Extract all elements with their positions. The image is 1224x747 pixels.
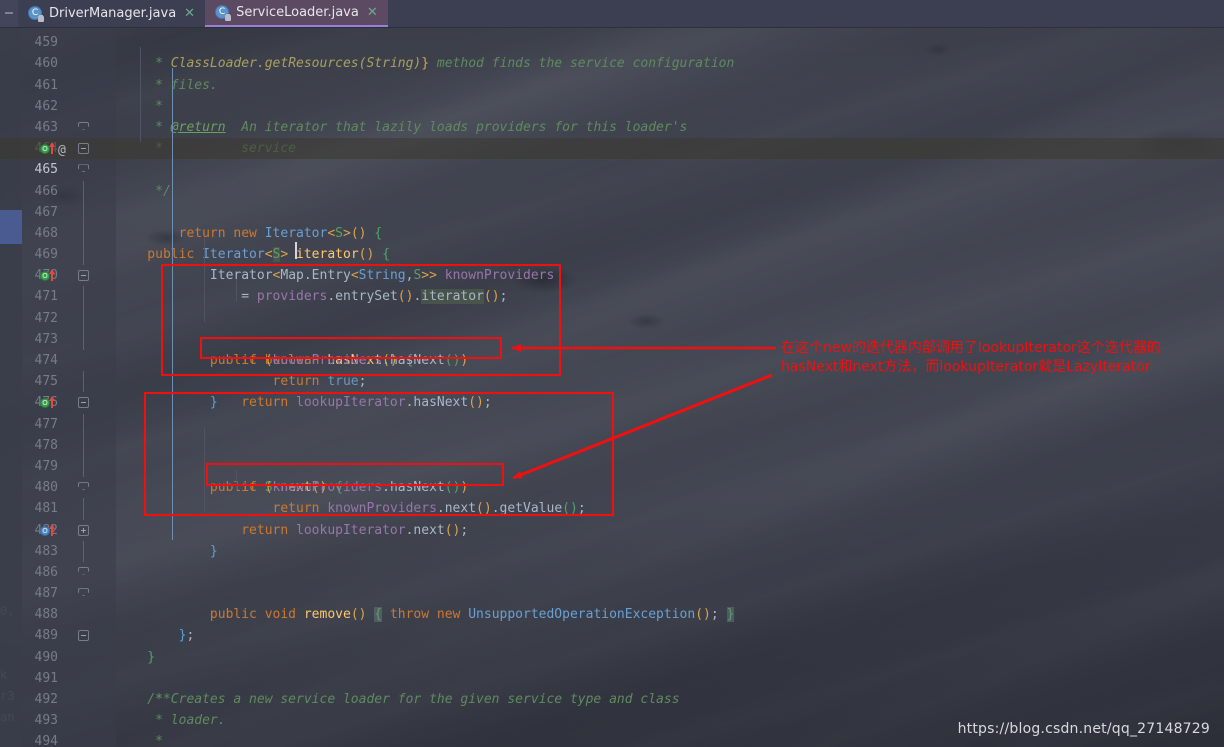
code-line[interactable]: 462 * @return An iterator that lazily lo… [0, 75, 1224, 135]
code-line[interactable]: 463 * service [0, 96, 1224, 156]
code-line[interactable]: 490 /** [0, 625, 1224, 707]
code-line[interactable]: 468 Iterator<Map.Entry<String,S>> knownP… [0, 201, 1224, 283]
code-line-current[interactable]: 465 O @ public Iterator<S> iterator() { [0, 138, 1224, 263]
code-line[interactable]: 479 return knownProviders.next().getValu… [0, 434, 1224, 516]
fold-marker-collapse[interactable] [78, 143, 89, 155]
code-line[interactable]: 474 return lookupIterator.hasNext(); [0, 328, 1224, 410]
ide-window: 0, k r3 an C DriverManager.java ✕ C Serv… [0, 0, 1224, 747]
code-line[interactable]: 471 O public boolean hasNext() { [0, 265, 1224, 368]
code-line[interactable]: 491 * Creates a new service loader for t… [0, 647, 1224, 707]
fold-marker-expand[interactable] [78, 524, 89, 536]
code-line[interactable]: 483 O public void remove() { throw new U… [0, 520, 1224, 623]
close-icon[interactable]: ✕ [182, 7, 197, 20]
code-line[interactable]: 467 [0, 180, 1224, 220]
code-line[interactable]: 460 * files. [0, 32, 1224, 92]
watermark: https://blog.csdn.net/qq_27148729 [957, 721, 1210, 737]
fold-marker-collapse[interactable] [78, 270, 89, 282]
fold-marker-end[interactable] [78, 482, 89, 491]
code-line[interactable]: 488 } [0, 583, 1224, 665]
code-line[interactable]: 466 return new Iterator<S>() { [0, 159, 1224, 241]
annotation-marker-icon: @ [58, 143, 66, 159]
code-line[interactable]: 476 [0, 371, 1224, 410]
tab-service-loader[interactable]: C ServiceLoader.java ✕ [205, 0, 388, 27]
code-line[interactable]: 492 * loader. [0, 668, 1224, 728]
java-class-icon: C [28, 6, 44, 22]
code-line[interactable]: 482 [0, 498, 1224, 538]
tab-label: DriverManager.java [49, 6, 177, 21]
implements-method-icon[interactable]: O [40, 523, 55, 537]
code-line[interactable]: 473 return true; [0, 307, 1224, 389]
override-method-icon[interactable]: O [40, 142, 55, 155]
code-line[interactable]: 480 return lookupIterator.next(); [0, 455, 1224, 538]
code-line[interactable]: 472 if (knownProviders.hasNext()) [0, 286, 1224, 368]
code-line[interactable]: 464 */ [0, 117, 1224, 199]
tab-bar-gutter-stub [0, 0, 18, 27]
override-method-icon[interactable]: O [40, 269, 55, 282]
code-line[interactable]: 486 [0, 540, 1224, 580]
tab-driver-manager[interactable]: C DriverManager.java ✕ [18, 0, 206, 27]
fold-marker-end[interactable] [78, 121, 89, 130]
line-content: * [116, 734, 163, 747]
editor-tab-bar: C DriverManager.java ✕ C ServiceLoader.j… [0, 0, 1224, 28]
line-number: 494 [34, 734, 58, 747]
code-lines[interactable]: 459 * ClassLoader.getResources(String)} … [0, 27, 1224, 747]
code-line[interactable]: 469 = providers.entrySet().iterator(); [0, 222, 1224, 305]
fold-marker-end[interactable] [78, 588, 89, 597]
fold-marker-collapse[interactable] [78, 397, 89, 409]
close-icon[interactable]: ✕ [365, 6, 380, 19]
tab-label: ServiceLoader.java [236, 5, 359, 20]
fold-marker-end[interactable] [78, 566, 89, 575]
code-editor[interactable]: 459 * ClassLoader.getResources(String)} … [0, 27, 1224, 747]
code-line[interactable]: 481 } [0, 477, 1224, 559]
code-line[interactable]: 477 O public S next() { [0, 392, 1224, 495]
fold-marker-collapse[interactable] [78, 630, 89, 642]
code-line[interactable]: 461 * [0, 53, 1224, 114]
code-line[interactable]: 487 }; [0, 562, 1224, 643]
code-line[interactable]: 493 * [0, 689, 1224, 747]
code-line[interactable]: 478 if (knownProviders.hasNext()) [0, 413, 1224, 495]
fold-marker-end[interactable] [78, 164, 89, 173]
override-method-icon[interactable]: O [40, 396, 55, 409]
java-class-icon: C [215, 5, 232, 21]
code-line[interactable]: 475 } [0, 350, 1224, 410]
code-line[interactable]: 489 [0, 604, 1224, 643]
code-line[interactable]: 470 [0, 244, 1224, 283]
